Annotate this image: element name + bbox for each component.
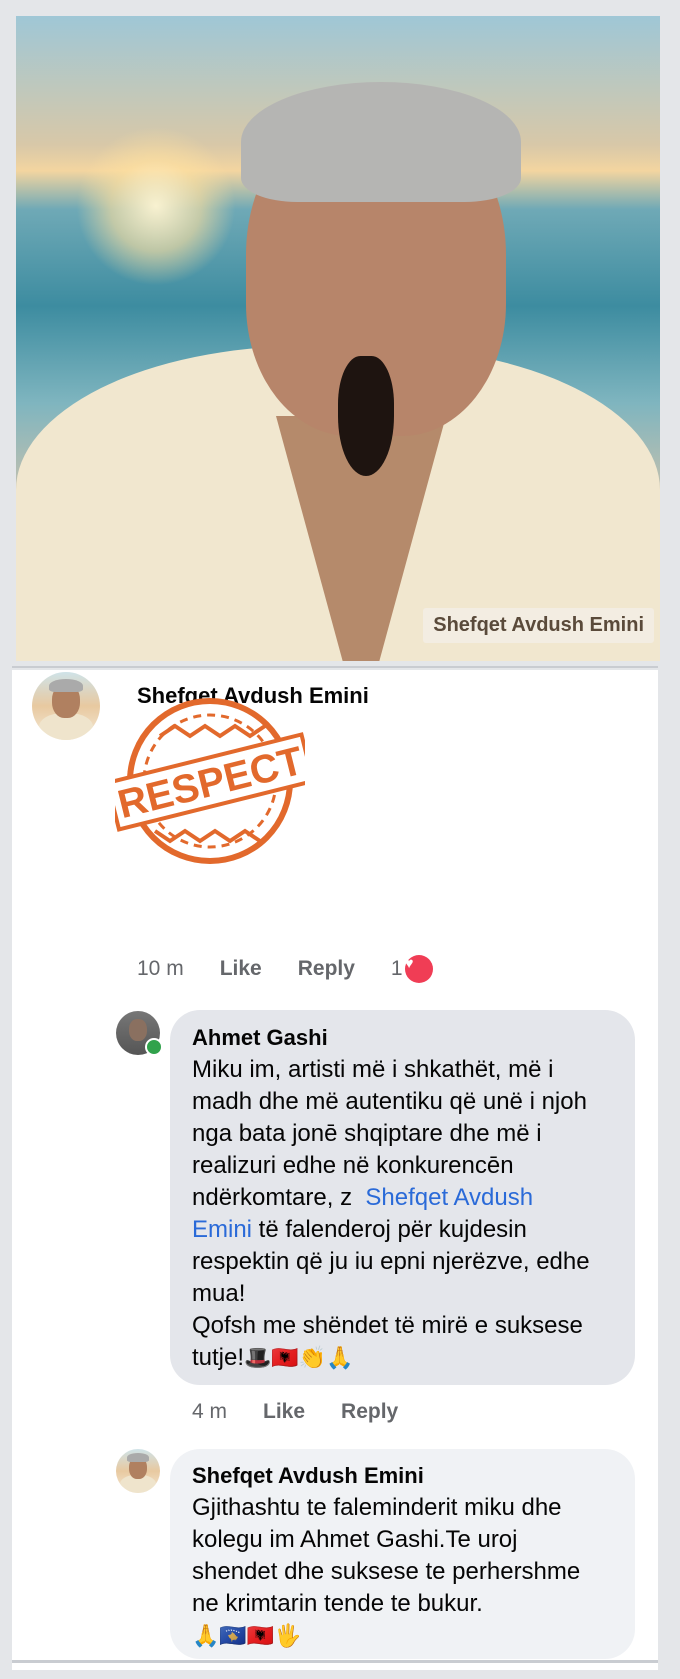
comment-actions: 4 m Like Reply (192, 1400, 398, 1424)
like-button[interactable]: Like (220, 957, 262, 981)
heart-icon[interactable]: ♥ (404, 955, 433, 983)
avatar[interactable] (32, 672, 100, 740)
avatar[interactable] (116, 1449, 160, 1493)
divider (12, 666, 658, 668)
online-status-dot (145, 1038, 163, 1056)
emoji-row: 🙏🇽🇰🇦🇱🖐 (192, 1623, 302, 1648)
reaction-count[interactable]: 1 (391, 957, 403, 981)
photo-sun (76, 126, 236, 286)
comment-text: Gjithashtu te faleminderit miku dhe kole… (192, 1494, 581, 1648)
comment-author[interactable]: Ahmet Gashi (192, 1025, 328, 1051)
comment-actions: 10 m Like Reply 1 ♥ (137, 955, 433, 983)
bottom-divider (12, 1660, 658, 1663)
comment-text: Miku im, artisti më i shkathët, më i mad… (192, 1056, 590, 1371)
photo-goatee (338, 356, 394, 476)
comment-time: 10 m (137, 957, 184, 980)
photo-cap (241, 82, 521, 202)
respect-sticker: RESPECT (115, 698, 305, 864)
comment-time: 4 m (192, 1400, 228, 1423)
mention-link[interactable]: Emini (192, 1216, 252, 1243)
like-button[interactable]: Like (263, 1400, 305, 1424)
reply-button[interactable]: Reply (341, 1400, 398, 1424)
comment-author[interactable]: Shefqet Avdush Emini (192, 1463, 424, 1489)
emoji-row: 🎩🇦🇱👏🙏 (244, 1345, 354, 1370)
profile-photo[interactable]: Shefqet Avdush Emini (16, 16, 660, 661)
photo-caption: Shefqet Avdush Emini (423, 608, 654, 643)
reply-button[interactable]: Reply (298, 957, 355, 981)
mention-link[interactable]: Shefqet Avdush (365, 1184, 533, 1211)
